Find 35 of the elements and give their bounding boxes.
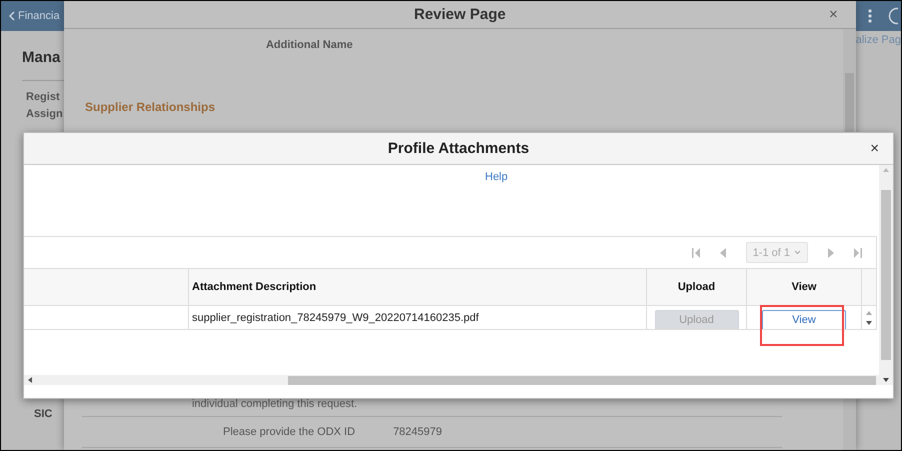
scroll-up-icon xyxy=(883,167,889,173)
horizontal-scrollbar[interactable] xyxy=(24,375,879,385)
section-label: SIC xyxy=(34,408,54,420)
view-button[interactable]: View xyxy=(762,310,846,329)
note-text: individual completing this request. xyxy=(192,398,358,410)
previous-icon[interactable] xyxy=(720,248,726,258)
close-button[interactable]: × xyxy=(870,140,879,157)
menu-item[interactable]: Regist xyxy=(26,91,64,103)
page-title: Mana xyxy=(22,49,62,66)
field-label: Please provide the ODX ID xyxy=(222,426,356,438)
vertical-scrollbar[interactable] xyxy=(879,165,893,385)
field-label: Additional Name xyxy=(266,39,354,51)
field-value: 78245979 xyxy=(393,426,442,438)
row-scroll-arrows-icon[interactable] xyxy=(865,308,873,326)
dialog-title: Profile Attachments xyxy=(388,140,530,157)
section-title: Supplier Relationships xyxy=(84,100,216,114)
more-icon[interactable] xyxy=(868,9,872,23)
table-cell: supplier_registration_78245979_W9_20220714160235.pdf xyxy=(192,312,479,324)
scroll-down-icon xyxy=(883,377,889,383)
back-icon xyxy=(9,11,15,21)
close-button[interactable]: × xyxy=(828,6,838,23)
menu-item[interactable]: Assign xyxy=(26,108,64,120)
help-link[interactable]: Help xyxy=(485,171,508,183)
scrollbar-thumb[interactable] xyxy=(881,190,891,360)
column-header: Attachment Description xyxy=(192,281,316,293)
scrollbar-thumb[interactable] xyxy=(288,376,876,384)
first-page-icon[interactable] xyxy=(692,248,700,258)
page-select[interactable]: 1-1 of 1 xyxy=(746,242,808,263)
column-header: View xyxy=(792,281,816,293)
column-header: Upload xyxy=(678,281,716,293)
chevron-down-icon xyxy=(794,250,801,255)
scroll-left-icon xyxy=(27,377,33,383)
modal-title: Review Page xyxy=(414,6,506,23)
next-icon[interactable] xyxy=(828,248,834,258)
last-page-icon[interactable] xyxy=(854,248,862,258)
